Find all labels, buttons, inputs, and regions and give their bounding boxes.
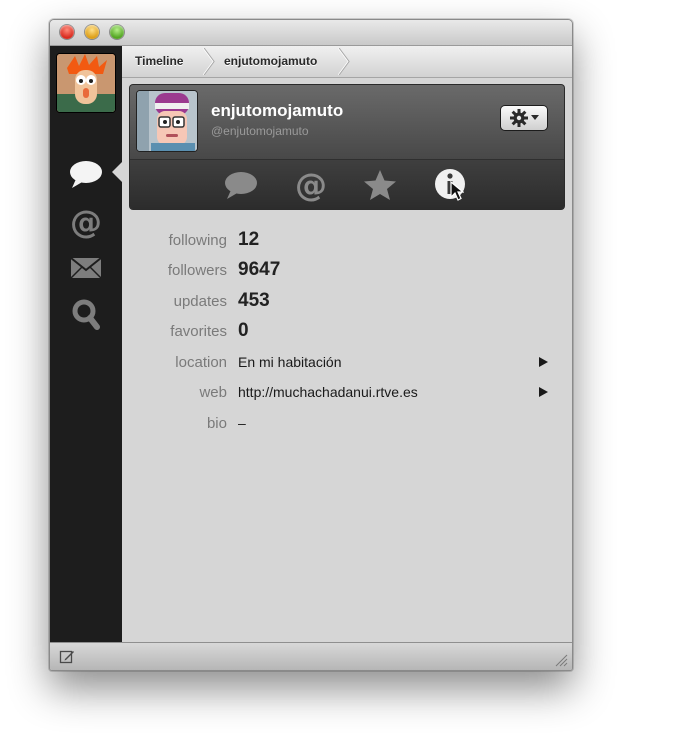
breadcrumb-separator-icon (203, 48, 215, 75)
stat-label: web (199, 384, 227, 401)
stat-label: bio (206, 415, 227, 432)
following-count[interactable]: 12 (238, 229, 259, 251)
bottom-bar (50, 642, 572, 670)
profile-header-top: enjutomojamuto @enjutomojamuto (130, 85, 564, 160)
stat-label: favorites (170, 323, 227, 340)
current-user-avatar[interactable] (57, 54, 115, 112)
avatar-image (137, 91, 197, 151)
bio-value: – (238, 415, 246, 431)
profile-handle: @enjutomojamuto (211, 124, 309, 138)
breadcrumb-item-timeline[interactable]: Timeline (135, 54, 183, 68)
updates-count[interactable]: 453 (238, 290, 270, 312)
stat-label: following (168, 232, 227, 249)
stat-updates: updates 453 (130, 290, 560, 323)
title-bar[interactable] (50, 20, 572, 46)
zoom-button[interactable] (110, 25, 124, 39)
sidebar-item-messages[interactable] (67, 250, 105, 286)
at-sign-icon: @ (70, 205, 102, 239)
stat-followers: followers 9647 (130, 259, 560, 292)
stat-following: following 12 (130, 229, 560, 262)
compose-icon[interactable] (59, 649, 75, 665)
tab-info[interactable] (431, 167, 469, 203)
breadcrumb: Timeline enjutomojamuto (122, 46, 572, 78)
speech-bubble-icon (70, 161, 102, 188)
profile-header: enjutomojamuto @enjutomojamuto @ (130, 85, 564, 209)
tab-favorites[interactable] (361, 167, 399, 203)
close-button[interactable] (60, 25, 74, 39)
avatar-image (57, 54, 115, 112)
star-icon (364, 170, 396, 200)
profile-tabs: @ (130, 160, 564, 209)
favorites-count[interactable]: 0 (238, 320, 249, 342)
location-value: En mi habitación (238, 354, 342, 370)
profile-actions-button[interactable] (501, 106, 547, 130)
profile-name: enjutomojamuto (211, 101, 344, 120)
chevron-down-icon (530, 115, 539, 120)
svg-text:@: @ (70, 205, 102, 239)
active-item-indicator (112, 162, 122, 182)
followers-count[interactable]: 9647 (238, 259, 280, 281)
sidebar-item-timeline[interactable] (67, 156, 105, 192)
sidebar: @ (50, 46, 122, 642)
envelope-icon (70, 257, 102, 279)
search-icon (72, 299, 100, 330)
svg-text:@: @ (295, 168, 327, 202)
at-sign-icon: @ (295, 168, 327, 202)
disclosure-arrow-icon[interactable] (539, 357, 548, 367)
disclosure-arrow-icon[interactable] (539, 387, 548, 397)
stat-favorites: favorites 0 (130, 320, 560, 353)
stat-location[interactable]: location En mi habitación (130, 354, 560, 384)
speech-bubble-icon (225, 172, 257, 199)
app-window: @ Timeline enjutomojamuto enjutomojamuto… (49, 19, 573, 671)
stat-web[interactable]: web http://muchachadanui.rtve.es (130, 384, 560, 414)
stat-bio: bio – (130, 415, 560, 445)
stat-label: location (175, 354, 227, 371)
minimize-button[interactable] (85, 25, 99, 39)
resize-grip-icon[interactable] (555, 654, 568, 667)
tab-tweets[interactable] (222, 167, 260, 203)
stat-label: updates (173, 293, 227, 310)
mouse-cursor-icon (450, 181, 464, 201)
breadcrumb-separator-icon (338, 48, 350, 75)
web-link[interactable]: http://muchachadanui.rtve.es (238, 384, 418, 400)
profile-avatar[interactable] (137, 91, 197, 151)
sidebar-item-mentions[interactable]: @ (67, 204, 105, 240)
gear-icon (509, 109, 528, 127)
tab-mentions[interactable]: @ (292, 167, 330, 203)
stat-label: followers (167, 262, 227, 279)
sidebar-item-search[interactable] (67, 296, 105, 332)
breadcrumb-item-user[interactable]: enjutomojamuto (224, 54, 317, 68)
